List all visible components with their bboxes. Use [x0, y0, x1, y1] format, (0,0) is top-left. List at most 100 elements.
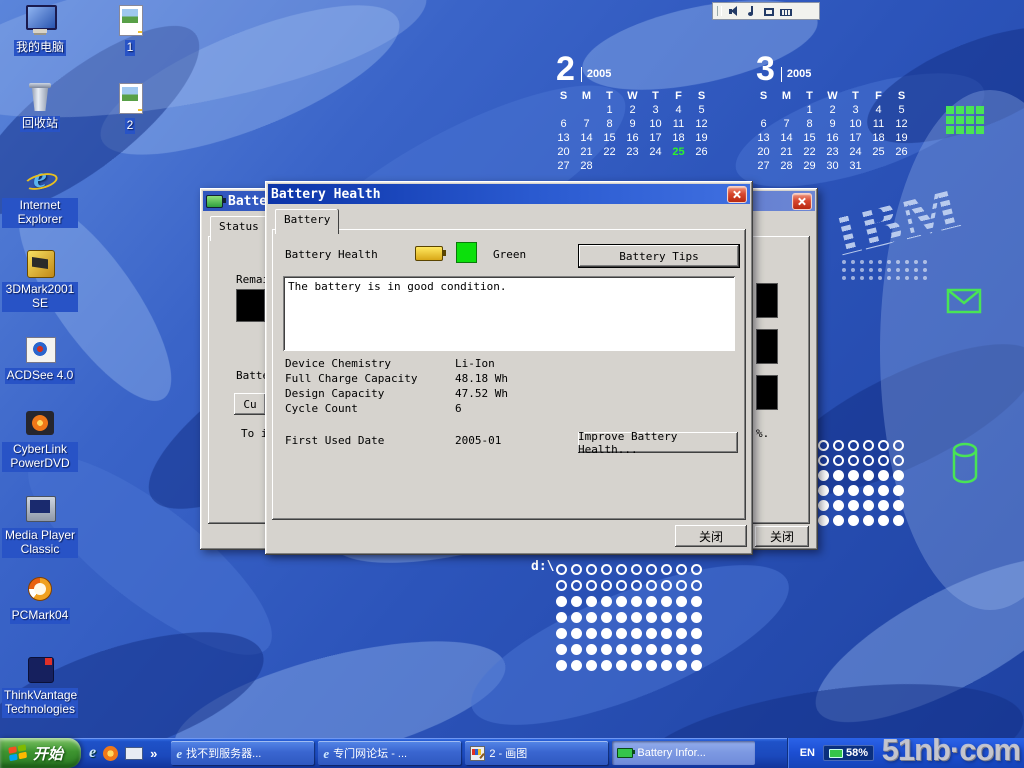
calendar-day-highlighted: 25	[667, 146, 690, 160]
toolbar-grip[interactable]	[717, 6, 722, 16]
taskbar-task-ie[interactable]: e找不到服务器...	[171, 741, 314, 765]
calendar-day: 30	[821, 160, 844, 174]
close-button[interactable]: 关闭	[755, 526, 809, 547]
calendar-day	[644, 160, 667, 174]
calendar-day: 17	[644, 132, 667, 146]
desktop-icon-pcmark[interactable]: PCMark04	[2, 572, 78, 624]
calendar-day	[598, 160, 621, 174]
internet-explorer-icon[interactable]: e	[89, 745, 96, 761]
calendar-day	[775, 104, 798, 118]
volume-icon[interactable]	[728, 5, 740, 17]
calendar-grid: SMTWTFS123456789101112131415161718192021…	[752, 90, 913, 174]
calendar-day-header: F	[667, 90, 690, 104]
desktop-icon-thinkvantage[interactable]: ThinkVantage Technologies	[2, 652, 78, 718]
calendar-day: 3	[644, 104, 667, 118]
calendar-day: 5	[890, 104, 913, 118]
calendar-day: 20	[752, 146, 775, 160]
calendar-day-header: S	[552, 90, 575, 104]
close-button[interactable]: 关闭	[675, 525, 747, 547]
field-value: 6	[455, 401, 462, 416]
quick-launch-overflow-chevron[interactable]: »	[150, 746, 157, 761]
taskbar-task-paint[interactable]: 2 - 画图	[465, 741, 608, 765]
start-button[interactable]: 开始	[0, 738, 81, 768]
close-icon[interactable]	[727, 186, 747, 203]
calendar-day	[575, 104, 598, 118]
calendar-day: 8	[598, 118, 621, 132]
icon-label: Internet Explorer	[2, 198, 78, 228]
tab-status[interactable]: Status	[210, 216, 268, 241]
field-value: Li-Ion	[455, 356, 495, 371]
my-computer-icon	[22, 4, 58, 38]
calendar-day-header: S	[752, 90, 775, 104]
improve-battery-health-button[interactable]: Improve Battery Health...	[578, 432, 738, 453]
taskbar-task-ie[interactable]: e专门网论坛 - ...	[318, 741, 461, 765]
calendar-day: 16	[821, 132, 844, 146]
calendar-header: 22005	[556, 52, 713, 86]
icon-label: 3DMark2001 SE	[2, 282, 78, 312]
calendar-day: 16	[621, 132, 644, 146]
battery-field-row: Design Capacity47.52 Wh	[285, 386, 730, 401]
current-settings-button[interactable]: Cu	[234, 393, 266, 415]
calendar-day: 18	[867, 132, 890, 146]
calendar-day: 22	[798, 146, 821, 160]
audio-note-icon[interactable]	[746, 5, 758, 17]
calendar-day: 5	[690, 104, 713, 118]
calendar-day: 15	[598, 132, 621, 146]
calendar-day-header: T	[798, 90, 821, 104]
desktop-icon-my-computer[interactable]: 我的电脑	[2, 4, 78, 56]
percent-label-fragment: %.	[756, 426, 786, 441]
desktop-file-2[interactable]: 2	[92, 82, 168, 134]
battery-detail-fields: Device ChemistryLi-IonFull Charge Capaci…	[285, 356, 730, 416]
first-used-label: First Used Date	[285, 433, 455, 448]
calendar-day: 7	[575, 118, 598, 132]
battery-icon	[829, 749, 843, 758]
calendar-day: 29	[798, 160, 821, 174]
watermark: 51nb·com	[882, 732, 1020, 768]
desktop-icon-internet-explorer[interactable]: eInternet Explorer	[2, 162, 78, 228]
mark3d-icon	[22, 246, 58, 280]
field-value: 47.52 Wh	[455, 386, 508, 401]
media-player-icon[interactable]	[103, 746, 118, 761]
calendar-day: 2	[621, 104, 644, 118]
calendar-day: 24	[844, 146, 867, 160]
calendar-day: 13	[552, 132, 575, 146]
desktop-file-1[interactable]: 1	[92, 4, 168, 56]
battery-percent: 58%	[846, 747, 868, 759]
calendar-day	[667, 160, 690, 174]
calendar-day: 28	[575, 160, 598, 174]
calendar-day	[552, 104, 575, 118]
taskbar: 开始 e » e找不到服务器...e专门网论坛 - ...2 - 画图Batte…	[0, 738, 1024, 768]
calendar-day	[752, 104, 775, 118]
desktop-icon-powerdvd[interactable]: CyberLink PowerDVD	[2, 406, 78, 472]
keyboard-icon[interactable]	[780, 9, 792, 16]
desktop-icon-mark3d[interactable]: 3DMark2001 SE	[2, 246, 78, 312]
gauge-graphic-3	[756, 375, 778, 410]
remaining-label-fragment: Remain	[236, 272, 266, 287]
battery-field-row: Cycle Count6	[285, 401, 730, 416]
calendar-day	[621, 160, 644, 174]
mail-icon[interactable]	[125, 747, 143, 760]
icon-label: 我的电脑	[14, 40, 66, 56]
condition-text-box: The battery is in good condition.	[283, 276, 735, 351]
calendar-day: 7	[775, 118, 798, 132]
calendar-day-header: T	[844, 90, 867, 104]
desktop-icon-acdsee[interactable]: ACDSee 4.0	[2, 332, 78, 384]
tab-battery[interactable]: Battery	[275, 209, 339, 234]
calendar-day: 19	[890, 132, 913, 146]
calendar-day-header: F	[867, 90, 890, 104]
taskbar-task-battery[interactable]: Battery Infor...	[612, 741, 755, 765]
calendar-day: 26	[690, 146, 713, 160]
dialog-title: Battery Health	[271, 187, 727, 202]
tray-battery-indicator[interactable]: 58%	[823, 745, 874, 761]
calendar-day: 26	[890, 146, 913, 160]
battery-tips-button[interactable]: Battery Tips	[578, 244, 740, 268]
powerdvd-icon	[22, 406, 58, 440]
close-icon[interactable]	[792, 193, 812, 210]
calendar-day-header: S	[690, 90, 713, 104]
desktop-icon-recycle-bin[interactable]: 回收站	[2, 80, 78, 132]
display-icon[interactable]	[764, 8, 774, 16]
calendar-day: 12	[690, 118, 713, 132]
calendar-month: 2	[556, 52, 575, 86]
language-indicator[interactable]: EN	[800, 747, 815, 759]
desktop-icon-mpc[interactable]: Media Player Classic	[2, 492, 78, 558]
